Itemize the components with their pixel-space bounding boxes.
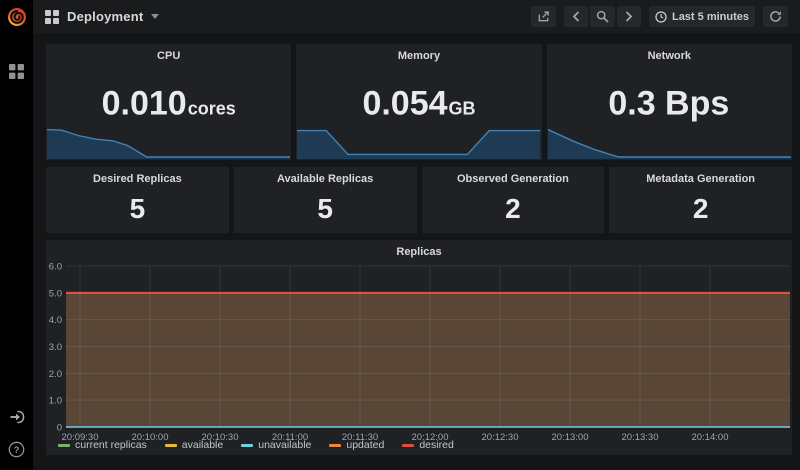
stat-value: 2 bbox=[609, 193, 792, 225]
grafana-logo[interactable] bbox=[0, 0, 33, 33]
panel-title[interactable]: Observed Generation bbox=[422, 167, 605, 185]
share-button[interactable] bbox=[531, 6, 556, 27]
sidebar: ? bbox=[0, 0, 33, 470]
dashboard-grid-icon bbox=[45, 10, 59, 24]
x-axis-label: 20:14:00 bbox=[692, 432, 729, 443]
y-axis-label: 5.0 bbox=[49, 288, 62, 299]
clock-icon bbox=[655, 11, 667, 23]
panel-replicas-graph: Replicas 6.05.04.03.02.01.0020:09:3020:1… bbox=[46, 240, 792, 455]
network-sparkline bbox=[548, 121, 791, 159]
y-axis-label: 2.0 bbox=[49, 369, 62, 380]
panel-metadata-generation: Metadata Generation 2 bbox=[609, 167, 792, 233]
refresh-button[interactable] bbox=[763, 6, 788, 27]
stat-value: 5 bbox=[234, 193, 417, 225]
legend-item-desired[interactable]: desired bbox=[402, 439, 453, 451]
magnifier-icon bbox=[596, 10, 609, 23]
dashboard-area: CPU 0.010cores Memory 0.054GB Network 0.… bbox=[46, 44, 792, 455]
stat-value: 2 bbox=[422, 193, 605, 225]
top-stats-row: CPU 0.010cores Memory 0.054GB Network 0.… bbox=[46, 44, 792, 160]
zoom-out-button[interactable] bbox=[590, 6, 615, 27]
panel-title[interactable]: Desired Replicas bbox=[46, 167, 229, 185]
y-axis-label: 4.0 bbox=[49, 315, 62, 326]
time-forward-button[interactable] bbox=[617, 6, 641, 27]
panel-title[interactable]: Memory bbox=[296, 44, 541, 62]
cpu-sparkline bbox=[47, 121, 290, 159]
legend-swatch bbox=[402, 444, 414, 447]
panel-title[interactable]: Network bbox=[547, 44, 792, 62]
login-arrow-icon bbox=[9, 409, 25, 425]
grid-icon bbox=[9, 64, 24, 79]
refresh-icon bbox=[769, 10, 782, 23]
stat-value: 5 bbox=[46, 193, 229, 225]
chevron-left-icon bbox=[572, 11, 580, 22]
legend-label: available bbox=[182, 439, 223, 451]
memory-sparkline bbox=[297, 121, 540, 159]
chevron-down-icon bbox=[151, 14, 159, 19]
chart-legend: current replicas available unavailable upda… bbox=[58, 439, 454, 451]
sign-in-icon[interactable] bbox=[0, 404, 33, 430]
legend-item-current-replicas[interactable]: current replicas bbox=[58, 439, 147, 451]
cpu-value: 0.010cores bbox=[46, 85, 291, 124]
panel-observed-generation: Observed Generation 2 bbox=[422, 167, 605, 233]
time-back-button[interactable] bbox=[564, 6, 588, 27]
grafana-flame-icon bbox=[6, 6, 28, 28]
dashboard-picker[interactable]: Deployment bbox=[45, 9, 159, 24]
network-value: 0.3 Bps bbox=[547, 85, 792, 124]
y-axis-label: 3.0 bbox=[49, 342, 62, 353]
legend-swatch bbox=[58, 444, 70, 447]
panel-available-replicas: Available Replicas 5 bbox=[234, 167, 417, 233]
legend-swatch bbox=[165, 444, 177, 447]
help-icon[interactable]: ? bbox=[0, 436, 33, 462]
legend-swatch bbox=[241, 444, 253, 447]
panel-network: Network 0.3 Bps bbox=[547, 44, 792, 160]
x-axis-label: 20:13:30 bbox=[622, 432, 659, 443]
dashboard-title[interactable]: Deployment bbox=[67, 9, 143, 24]
replicas-chart[interactable]: 6.05.04.03.02.01.0020:09:3020:10:0020:10… bbox=[46, 262, 792, 447]
top-navbar: Deployment bbox=[33, 0, 800, 33]
panel-title[interactable]: Available Replicas bbox=[234, 167, 417, 185]
time-range-button[interactable]: Last 5 minutes bbox=[649, 6, 755, 27]
panel-title[interactable]: Metadata Generation bbox=[609, 167, 792, 185]
share-icon bbox=[537, 10, 550, 23]
y-axis-label: 6.0 bbox=[49, 262, 62, 273]
legend-label: updated bbox=[346, 439, 384, 451]
panel-title[interactable]: Replicas bbox=[46, 240, 792, 258]
panel-title[interactable]: CPU bbox=[46, 44, 291, 62]
sidebar-dashboards-icon[interactable] bbox=[0, 58, 33, 84]
legend-label: current replicas bbox=[75, 439, 147, 451]
question-circle-icon: ? bbox=[8, 441, 25, 458]
panel-cpu: CPU 0.010cores bbox=[46, 44, 291, 160]
replica-stats-row: Desired Replicas 5 Available Replicas 5 … bbox=[46, 167, 792, 233]
time-range-label: Last 5 minutes bbox=[672, 11, 749, 23]
panel-desired-replicas: Desired Replicas 5 bbox=[46, 167, 229, 233]
legend-item-unavailable[interactable]: unavailable bbox=[241, 439, 311, 451]
chevron-right-icon bbox=[625, 11, 633, 22]
x-axis-label: 20:12:30 bbox=[482, 432, 519, 443]
x-axis-label: 20:13:00 bbox=[552, 432, 589, 443]
legend-label: unavailable bbox=[258, 439, 311, 451]
legend-item-updated[interactable]: updated bbox=[329, 439, 384, 451]
panel-memory: Memory 0.054GB bbox=[296, 44, 541, 160]
time-nav-group bbox=[564, 6, 641, 27]
svg-text:?: ? bbox=[14, 445, 20, 456]
y-axis-label: 1.0 bbox=[49, 396, 62, 407]
legend-label: desired bbox=[419, 439, 453, 451]
legend-item-available[interactable]: available bbox=[165, 439, 223, 451]
legend-swatch bbox=[329, 444, 341, 447]
memory-value: 0.054GB bbox=[296, 85, 541, 124]
